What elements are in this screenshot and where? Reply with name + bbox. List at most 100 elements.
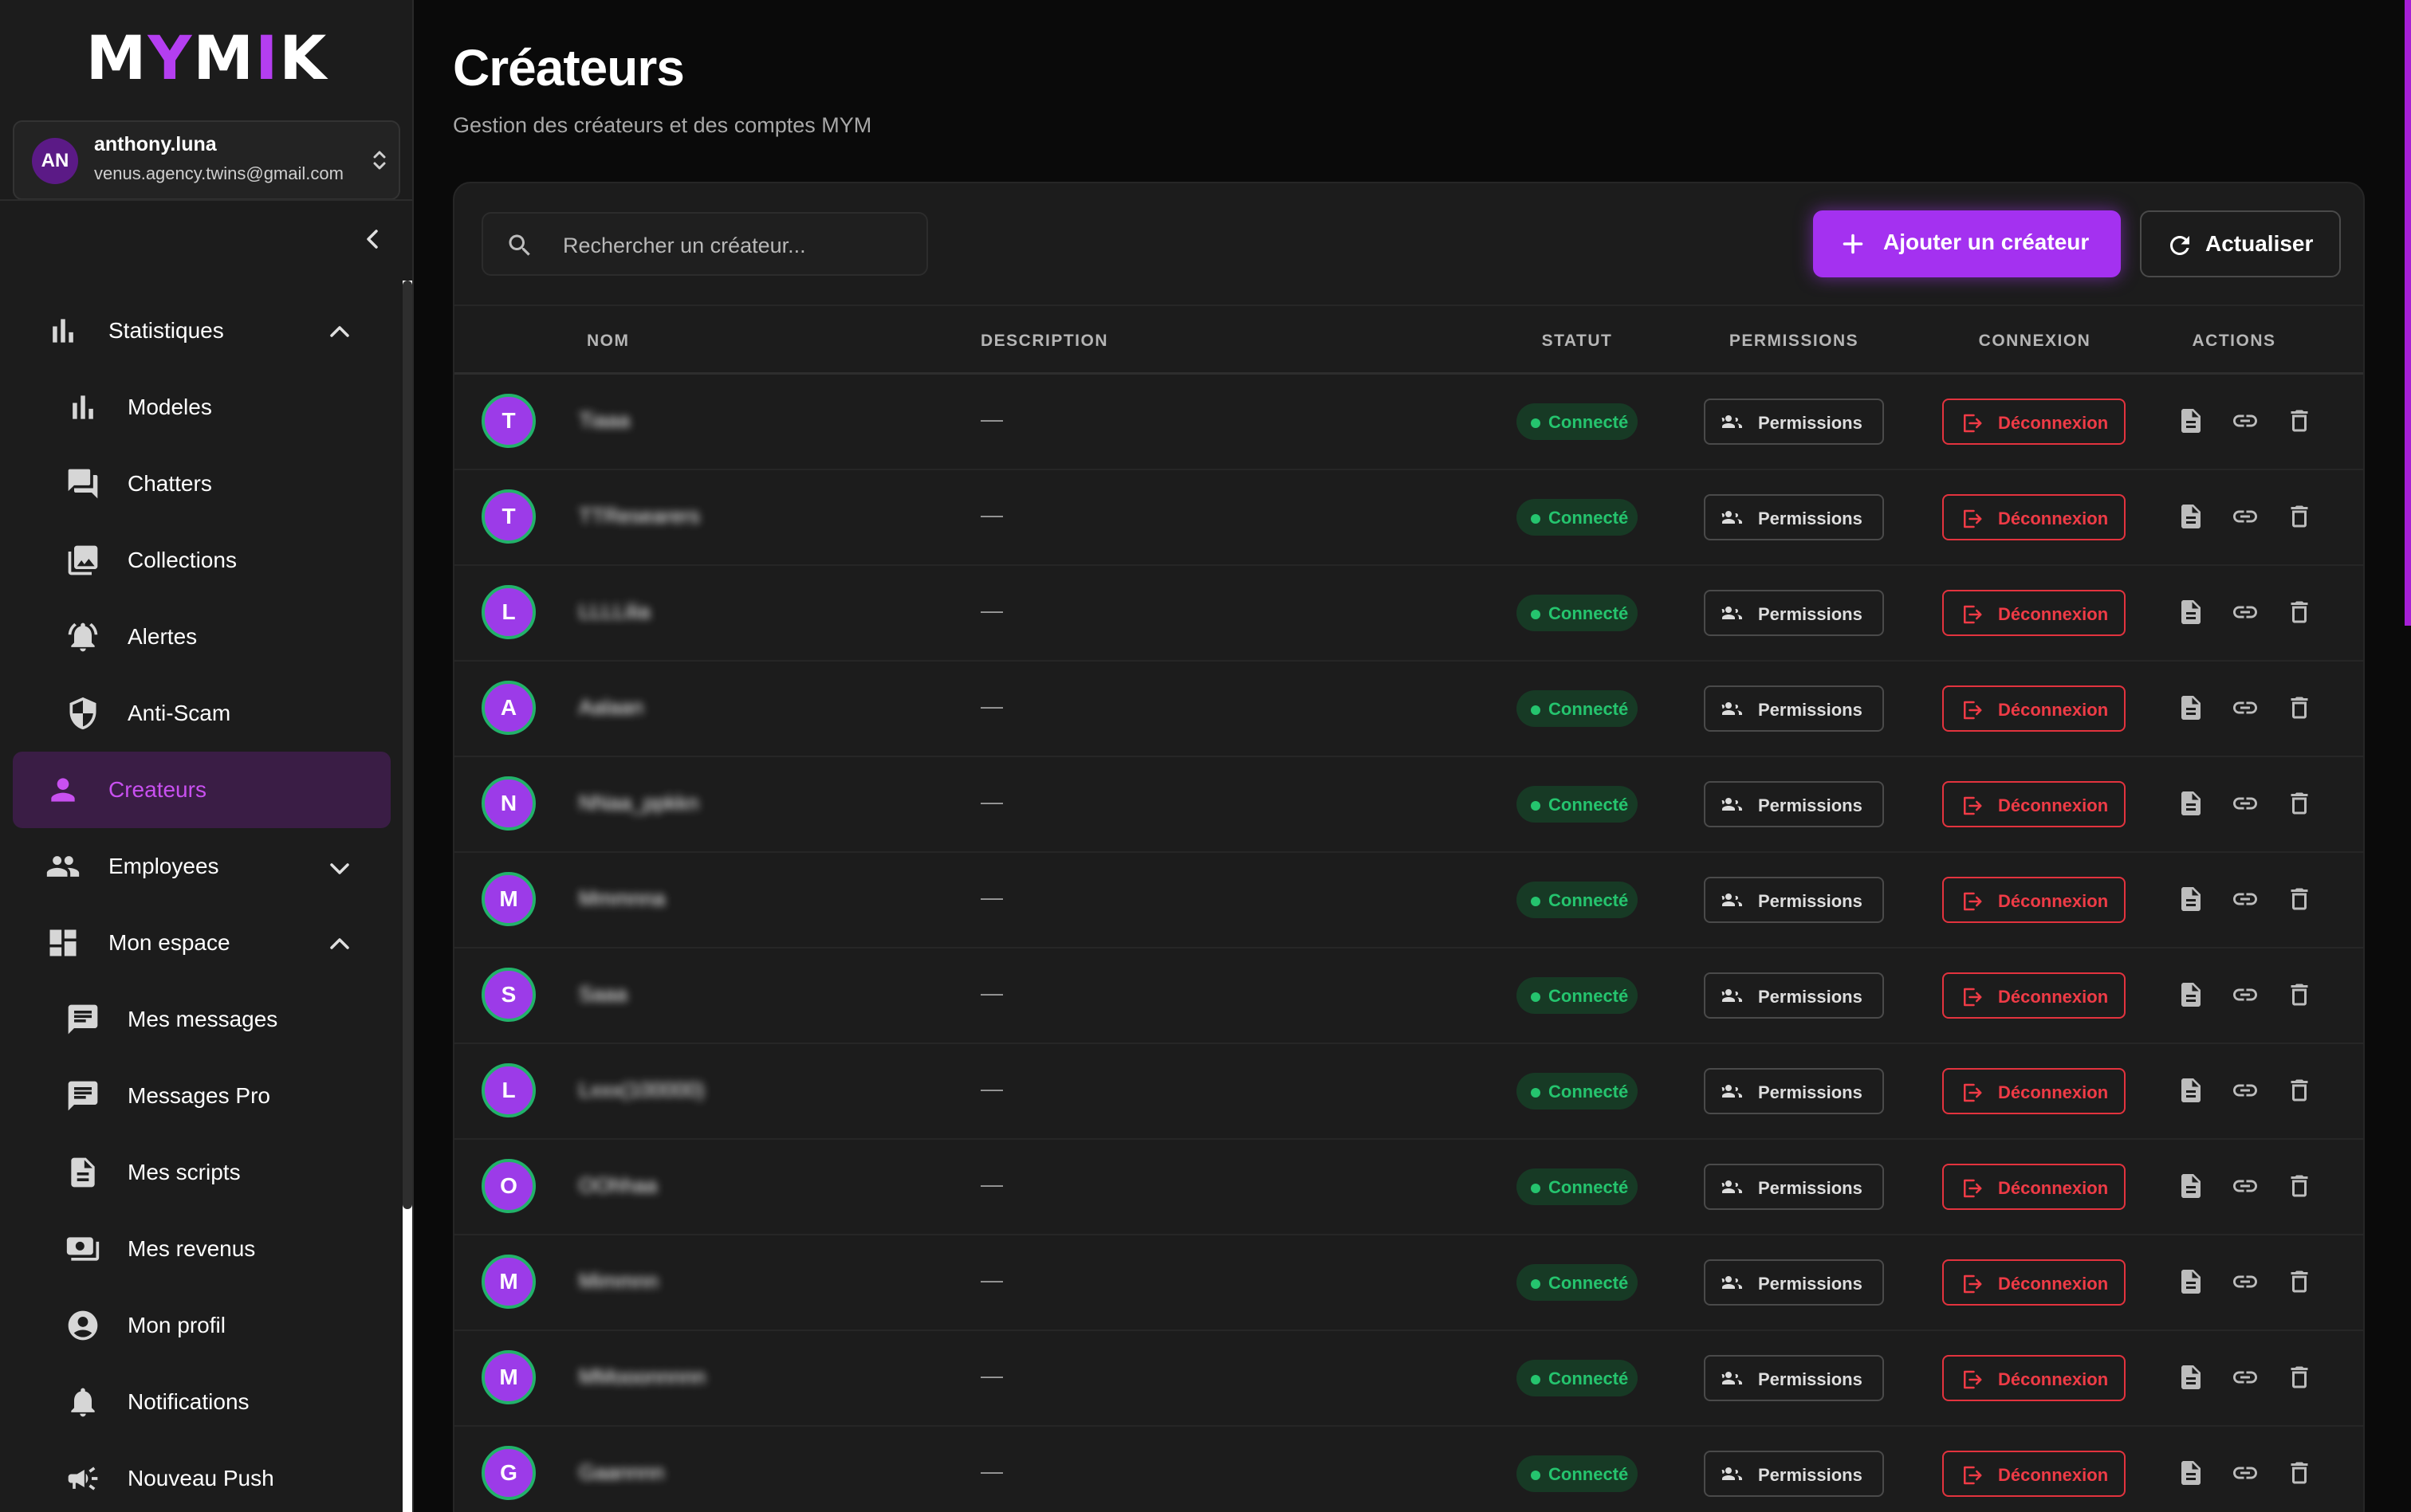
creator-name[interactable]: Saaa	[579, 982, 627, 1007]
table-row[interactable]: L Lxxx(100000) — Connecté Permissions Dé…	[454, 1044, 2363, 1140]
trash-icon[interactable]	[2285, 598, 2314, 626]
table-row[interactable]: M Mmmnna — Connecté Permissions Déconnex…	[454, 853, 2363, 948]
document-icon[interactable]	[2177, 885, 2205, 913]
document-icon[interactable]	[2177, 1459, 2205, 1487]
link-icon[interactable]	[2231, 885, 2260, 913]
trash-icon[interactable]	[2285, 406, 2314, 435]
link-icon[interactable]	[2231, 1363, 2260, 1392]
trash-icon[interactable]	[2285, 1172, 2314, 1200]
permissions-button[interactable]: Permissions	[1704, 972, 1884, 1019]
sidebar-item-mes-messages[interactable]: Mes messages	[0, 988, 399, 1051]
trash-icon[interactable]	[2285, 502, 2314, 531]
sidebar-item-mes-scripts[interactable]: Mes scripts	[0, 1141, 399, 1204]
link-icon[interactable]	[2231, 1172, 2260, 1200]
table-row[interactable]: T TTResearers — Connecté Permissions Déc…	[454, 470, 2363, 566]
chevron-up-icon[interactable]	[325, 318, 354, 347]
creator-name[interactable]: Mmmnna	[579, 886, 665, 911]
link-icon[interactable]	[2231, 502, 2260, 531]
logout-button[interactable]: Déconnexion	[1942, 972, 2126, 1019]
document-icon[interactable]	[2177, 789, 2205, 818]
sidebar-item-notifications[interactable]: Notifications	[0, 1370, 399, 1434]
trash-icon[interactable]	[2285, 693, 2314, 722]
sidebar-item-mon-profil[interactable]: Mon profil	[0, 1294, 399, 1357]
document-icon[interactable]	[2177, 406, 2205, 435]
table-row[interactable]: M Mimmnn — Connecté Permissions Déconnex…	[454, 1235, 2363, 1331]
permissions-button[interactable]: Permissions	[1704, 1068, 1884, 1114]
table-row[interactable]: T Tiaaa — Connecté Permissions Déconnexi…	[454, 375, 2363, 470]
table-row[interactable]: L LLLLilia — Connecté Permissions Déconn…	[454, 566, 2363, 662]
document-icon[interactable]	[2177, 1363, 2205, 1392]
link-icon[interactable]	[2231, 693, 2260, 722]
logout-button[interactable]: Déconnexion	[1942, 781, 2126, 827]
logout-button[interactable]: Déconnexion	[1942, 1451, 2126, 1497]
link-icon[interactable]	[2231, 789, 2260, 818]
creator-name[interactable]: Lxxx(100000)	[579, 1078, 705, 1102]
link-icon[interactable]	[2231, 598, 2260, 626]
sidebar-item-employees[interactable]: Employees	[0, 835, 399, 898]
refresh-button[interactable]: Actualiser	[2140, 210, 2341, 277]
permissions-button[interactable]: Permissions	[1704, 590, 1884, 636]
document-icon[interactable]	[2177, 693, 2205, 722]
sidebar-item-statistiques[interactable]: Statistiques	[0, 299, 399, 363]
add-creator-button[interactable]: Ajouter un créateur	[1813, 210, 2121, 277]
table-row[interactable]: O OOhhaa — Connecté Permissions Déconnex…	[454, 1140, 2363, 1235]
sidebar-item-modeles[interactable]: Modeles	[0, 375, 399, 439]
collapse-sidebar-icon[interactable]	[359, 225, 387, 253]
table-row[interactable]: A Aalaan — Connecté Permissions Déconnex…	[454, 662, 2363, 757]
sidebar-item-messages-pro[interactable]: Messages Pro	[0, 1064, 399, 1128]
column-header-statut[interactable]: STATUT	[1481, 332, 1673, 351]
creator-name[interactable]: LLLLilia	[579, 599, 651, 624]
logout-button[interactable]: Déconnexion	[1942, 877, 2126, 923]
permissions-button[interactable]: Permissions	[1704, 1451, 1884, 1497]
sidebar-scrollbar-thumb[interactable]	[403, 281, 412, 1209]
permissions-button[interactable]: Permissions	[1704, 1259, 1884, 1306]
creator-name[interactable]: OOhhaa	[579, 1173, 657, 1198]
logout-button[interactable]: Déconnexion	[1942, 1164, 2126, 1210]
column-header-connexion[interactable]: CONNEXION	[1939, 332, 2130, 351]
logout-button[interactable]: Déconnexion	[1942, 685, 2126, 732]
app-logo[interactable]: MYMIK	[0, 22, 412, 94]
creator-name[interactable]: Gaannnn	[579, 1460, 664, 1485]
creator-name[interactable]: Aalaan	[579, 695, 643, 720]
document-icon[interactable]	[2177, 1267, 2205, 1296]
trash-icon[interactable]	[2285, 885, 2314, 913]
document-icon[interactable]	[2177, 980, 2205, 1009]
search-box[interactable]	[482, 212, 928, 276]
logout-button[interactable]: Déconnexion	[1942, 1259, 2126, 1306]
link-icon[interactable]	[2231, 980, 2260, 1009]
permissions-button[interactable]: Permissions	[1704, 399, 1884, 445]
creator-name[interactable]: MMooonnnnn	[579, 1365, 706, 1389]
table-row[interactable]: G Gaannnn — Connecté Permissions Déconne…	[454, 1427, 2363, 1512]
table-row[interactable]: M MMooonnnnn — Connecté Permissions Déco…	[454, 1331, 2363, 1427]
sidebar-item-mes-revenus[interactable]: Mes revenus	[0, 1217, 399, 1281]
chevron-down-icon[interactable]	[325, 854, 354, 882]
sidebar-item-mon-espace[interactable]: Mon espace	[0, 911, 399, 975]
trash-icon[interactable]	[2285, 1363, 2314, 1392]
chevron-up-icon[interactable]	[325, 930, 354, 959]
main-scrollbar-thumb[interactable]	[2405, 0, 2411, 626]
document-icon[interactable]	[2177, 598, 2205, 626]
document-icon[interactable]	[2177, 502, 2205, 531]
sidebar-item-collections[interactable]: Collections	[0, 528, 399, 592]
logout-button[interactable]: Déconnexion	[1942, 1355, 2126, 1401]
link-icon[interactable]	[2231, 1076, 2260, 1105]
creator-name[interactable]: Mimmnn	[579, 1269, 659, 1294]
trash-icon[interactable]	[2285, 1076, 2314, 1105]
creator-name[interactable]: Tiaaa	[579, 408, 630, 433]
trash-icon[interactable]	[2285, 1267, 2314, 1296]
document-icon[interactable]	[2177, 1076, 2205, 1105]
sidebar-item-nouveau-push[interactable]: Nouveau Push	[0, 1447, 399, 1510]
column-header-permissions[interactable]: PERMISSIONS	[1698, 332, 1890, 351]
column-header-nom[interactable]: NOM	[587, 332, 630, 351]
trash-icon[interactable]	[2285, 789, 2314, 818]
permissions-button[interactable]: Permissions	[1704, 685, 1884, 732]
logout-button[interactable]: Déconnexion	[1942, 399, 2126, 445]
sidebar-item-createurs[interactable]: Createurs	[13, 752, 391, 828]
logout-button[interactable]: Déconnexion	[1942, 494, 2126, 540]
table-row[interactable]: S Saaa — Connecté Permissions Déconnexio…	[454, 948, 2363, 1044]
account-switcher[interactable]: AN anthony.luna venus.agency.twins@gmail…	[13, 120, 400, 200]
trash-icon[interactable]	[2285, 980, 2314, 1009]
sidebar-item-anti-scam[interactable]: Anti-Scam	[0, 681, 399, 745]
logout-button[interactable]: Déconnexion	[1942, 590, 2126, 636]
creator-name[interactable]: TTResearers	[579, 504, 700, 528]
